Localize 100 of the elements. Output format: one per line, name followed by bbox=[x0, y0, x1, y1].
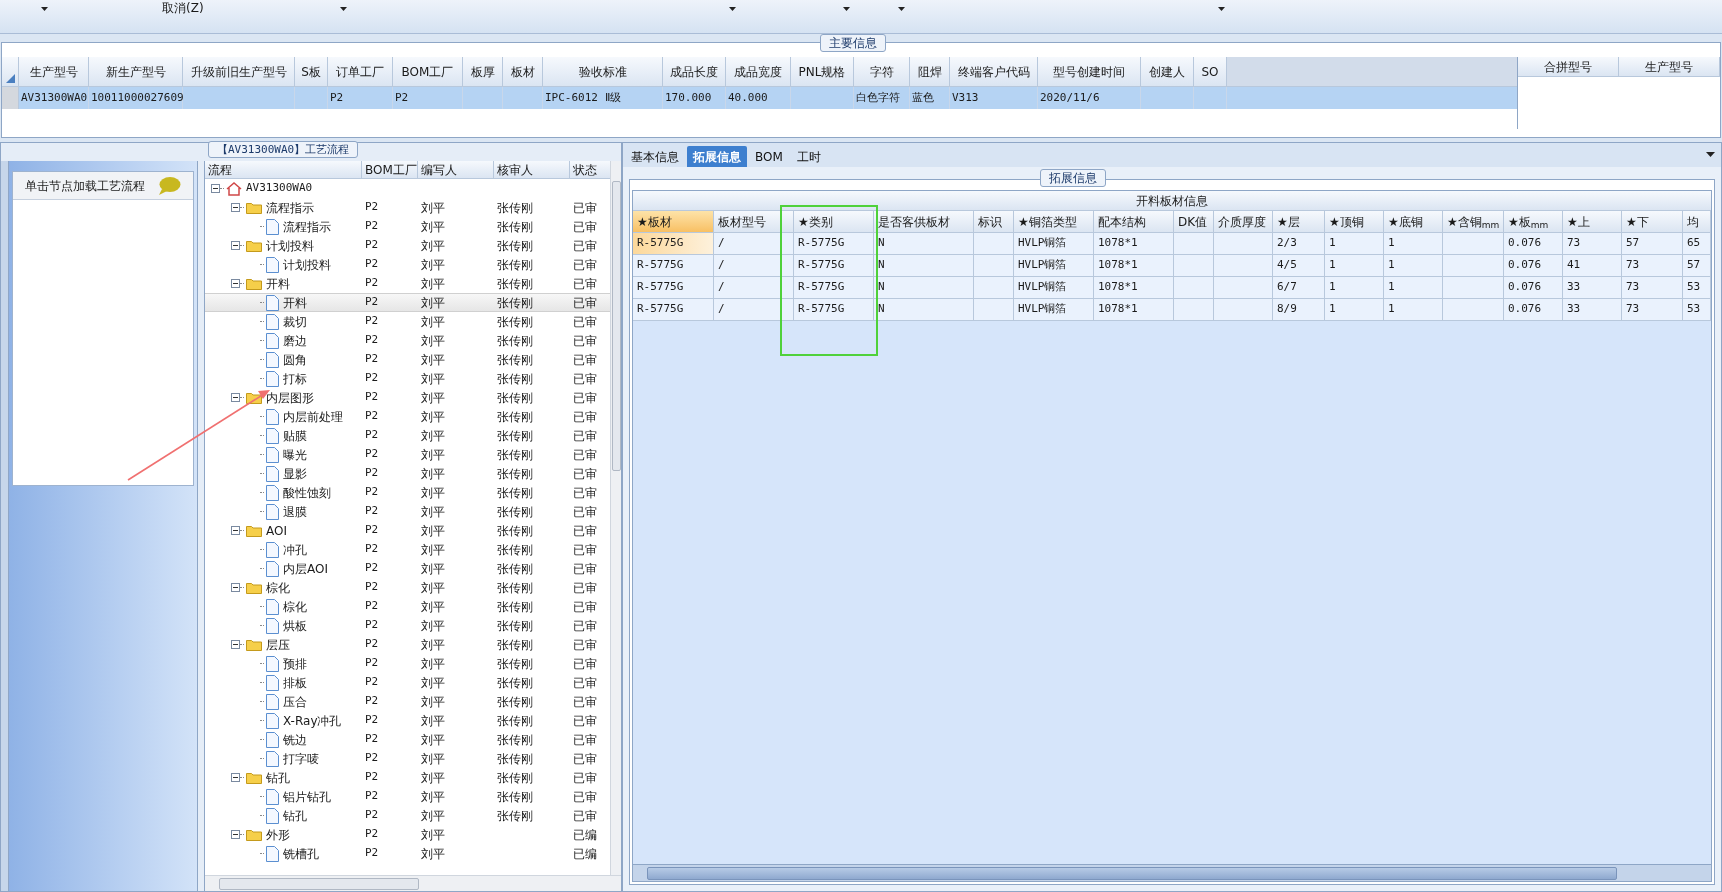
tree-row[interactable]: 退膜 P2 刘平 张传刚 已审 bbox=[205, 502, 610, 521]
current-cell[interactable]: R-5775G bbox=[633, 277, 714, 298]
dropdown-button[interactable] bbox=[895, 4, 907, 14]
dropdown-button[interactable] bbox=[337, 4, 349, 14]
dropdown-button[interactable] bbox=[1215, 4, 1227, 14]
column-header[interactable]: 成品长度 bbox=[663, 57, 726, 86]
tree-row[interactable]: AOI P2 刘平 张传刚 已审 bbox=[205, 521, 610, 540]
column-header[interactable]: ★顶铜 bbox=[1325, 211, 1384, 232]
tab[interactable]: 基本信息 bbox=[625, 146, 685, 167]
current-cell[interactable]: R-5775G bbox=[633, 255, 714, 276]
column-header[interactable]: ★铜箔类型 bbox=[1014, 211, 1094, 232]
tree-row[interactable]: 曝光 P2 刘平 张传刚 已审 bbox=[205, 445, 610, 464]
table-row[interactable]: AV31300WA0 10011000027609 P2 P2 IPC-6012 Ⅱ级 170.000 40.000 白色字符 蓝色 V313 2020/11/6 bbox=[2, 87, 1517, 109]
tree-row[interactable]: 流程指示 P2 刘平 张传刚 已审 bbox=[205, 198, 610, 217]
collapse-icon[interactable] bbox=[231, 526, 240, 535]
tab[interactable]: BOM bbox=[749, 146, 789, 167]
column-header[interactable]: 验收标准 bbox=[543, 57, 663, 86]
collapse-icon[interactable] bbox=[231, 583, 240, 592]
column-header[interactable]: S板 bbox=[295, 57, 328, 86]
column-header[interactable]: 板材型号 bbox=[714, 211, 794, 232]
overflow-caret-icon[interactable] bbox=[1706, 152, 1715, 157]
column-header[interactable]: ★下 bbox=[1622, 211, 1683, 232]
column-header[interactable]: 阻焊 bbox=[910, 57, 950, 86]
tree-row[interactable]: 层压 P2 刘平 张传刚 已审 bbox=[205, 635, 610, 654]
current-cell[interactable]: R-5775G bbox=[633, 233, 714, 254]
column-header[interactable]: BOM工厂 bbox=[393, 57, 463, 86]
column-header[interactable]: ★板材 bbox=[633, 211, 714, 232]
column-header[interactable]: 是否客供板材 bbox=[874, 211, 974, 232]
tree-row[interactable]: 流程指示 P2 刘平 张传刚 已审 bbox=[205, 217, 610, 236]
horizontal-scrollbar[interactable] bbox=[633, 864, 1711, 881]
column-header[interactable]: 标识 bbox=[974, 211, 1014, 232]
column-header[interactable]: ★板$_{mm}$ bbox=[1504, 211, 1563, 232]
tree-row[interactable]: 打字唛 P2 刘平 张传刚 已审 bbox=[205, 749, 610, 768]
collapse-icon[interactable] bbox=[231, 773, 240, 782]
column-header[interactable]: 流程 bbox=[205, 161, 362, 178]
tree-row[interactable]: 内层AOI P2 刘平 张传刚 已审 bbox=[205, 559, 610, 578]
tree-row[interactable]: 开料 P2 刘平 张传刚 已审 bbox=[205, 274, 610, 293]
tree-row[interactable]: 棕化 P2 刘平 张传刚 已审 bbox=[205, 597, 610, 616]
collapse-icon[interactable] bbox=[231, 241, 240, 250]
column-header[interactable]: ★底铜 bbox=[1384, 211, 1443, 232]
tree-row[interactable]: 外形 P2 刘平 已编 bbox=[205, 825, 610, 844]
column-header[interactable]: 生产型号 bbox=[1619, 57, 1720, 76]
collapse-icon[interactable] bbox=[231, 279, 240, 288]
column-header[interactable]: PNL规格 bbox=[791, 57, 854, 86]
column-header[interactable]: 板材 bbox=[503, 57, 543, 86]
column-header[interactable]: 创建人 bbox=[1141, 57, 1194, 86]
tree-row[interactable]: 显影 P2 刘平 张传刚 已审 bbox=[205, 464, 610, 483]
column-header[interactable]: 生产型号 bbox=[19, 57, 89, 86]
column-header[interactable]: ★上 bbox=[1563, 211, 1622, 232]
tab[interactable]: 拓展信息 bbox=[687, 146, 747, 167]
tree-row[interactable]: 铝片钻孔 P2 刘平 张传刚 已审 bbox=[205, 787, 610, 806]
dropdown-button[interactable] bbox=[726, 4, 738, 14]
collapse-icon[interactable] bbox=[231, 203, 240, 212]
column-header[interactable]: ★层 bbox=[1273, 211, 1325, 232]
column-header[interactable]: 字符 bbox=[854, 57, 910, 86]
collapse-icon[interactable] bbox=[231, 640, 240, 649]
tree-row[interactable]: 磨边 P2 刘平 张传刚 已审 bbox=[205, 331, 610, 350]
tree-row[interactable]: 棕化 P2 刘平 张传刚 已审 bbox=[205, 578, 610, 597]
tree-row[interactable]: 烘板 P2 刘平 张传刚 已审 bbox=[205, 616, 610, 635]
column-header[interactable]: 升级前旧生产型号 bbox=[183, 57, 295, 86]
tree-row[interactable]: 贴膜 P2 刘平 张传刚 已审 bbox=[205, 426, 610, 445]
tree-row[interactable]: 铣槽孔 P2 刘平 已编 bbox=[205, 844, 610, 863]
current-cell[interactable]: R-5775G bbox=[633, 299, 714, 320]
column-header[interactable]: 成品宽度 bbox=[726, 57, 791, 86]
column-header[interactable]: BOM工厂 bbox=[362, 161, 418, 178]
column-header[interactable]: ★类别 bbox=[794, 211, 874, 232]
column-header[interactable]: 终端客户代码 bbox=[950, 57, 1038, 86]
tree-row[interactable]: 内层图形 P2 刘平 张传刚 已审 bbox=[205, 388, 610, 407]
collapse-icon[interactable] bbox=[231, 830, 240, 839]
column-header[interactable]: 编写人 bbox=[418, 161, 494, 178]
tree-row[interactable]: 打标 P2 刘平 张传刚 已审 bbox=[205, 369, 610, 388]
tree-row[interactable]: AV31300WA0 bbox=[205, 179, 610, 198]
tree-row[interactable]: X-Ray冲孔 P2 刘平 张传刚 已审 bbox=[205, 711, 610, 730]
dropdown-button[interactable] bbox=[38, 4, 50, 14]
tree-row[interactable]: 预排 P2 刘平 张传刚 已审 bbox=[205, 654, 610, 673]
tree-row[interactable]: 计划投料 P2 刘平 张传刚 已审 bbox=[205, 255, 610, 274]
collapse-icon[interactable] bbox=[211, 184, 220, 193]
column-header[interactable]: ★含铜$_{mm}$ bbox=[1443, 211, 1504, 232]
tree-row[interactable]: 铣边 P2 刘平 张传刚 已审 bbox=[205, 730, 610, 749]
cancel-button[interactable]: 取消(Z) bbox=[158, 0, 208, 16]
dropdown-button[interactable] bbox=[840, 4, 852, 14]
column-header[interactable]: DK值 bbox=[1174, 211, 1214, 232]
tree-row[interactable]: 开料 P2 刘平 张传刚 已审 bbox=[205, 293, 610, 312]
column-header[interactable]: 订单工厂 bbox=[328, 57, 393, 86]
column-header[interactable]: 配本结构 bbox=[1094, 211, 1174, 232]
tree-row[interactable]: 压合 P2 刘平 张传刚 已审 bbox=[205, 692, 610, 711]
column-header[interactable]: 合拼型号 bbox=[1518, 57, 1619, 76]
column-header[interactable]: 板厚 bbox=[463, 57, 503, 86]
tab[interactable]: 工时 bbox=[790, 146, 827, 167]
tree-row[interactable]: 裁切 P2 刘平 张传刚 已审 bbox=[205, 312, 610, 331]
column-header[interactable]: 型号创建时间 bbox=[1038, 57, 1141, 86]
tree-row[interactable]: 冲孔 P2 刘平 张传刚 已审 bbox=[205, 540, 610, 559]
column-header[interactable]: 核审人 bbox=[494, 161, 570, 178]
tree-row[interactable]: 钻孔 P2 刘平 张传刚 已审 bbox=[205, 768, 610, 787]
column-header[interactable]: 均 bbox=[1683, 211, 1711, 232]
column-header[interactable]: 新生产型号 bbox=[89, 57, 183, 86]
tree-row[interactable]: 圆角 P2 刘平 张传刚 已审 bbox=[205, 350, 610, 369]
tree-row[interactable]: 排板 P2 刘平 张传刚 已审 bbox=[205, 673, 610, 692]
tree-row[interactable]: 钻孔 P2 刘平 张传刚 已审 bbox=[205, 806, 610, 825]
collapse-icon[interactable] bbox=[231, 393, 240, 402]
